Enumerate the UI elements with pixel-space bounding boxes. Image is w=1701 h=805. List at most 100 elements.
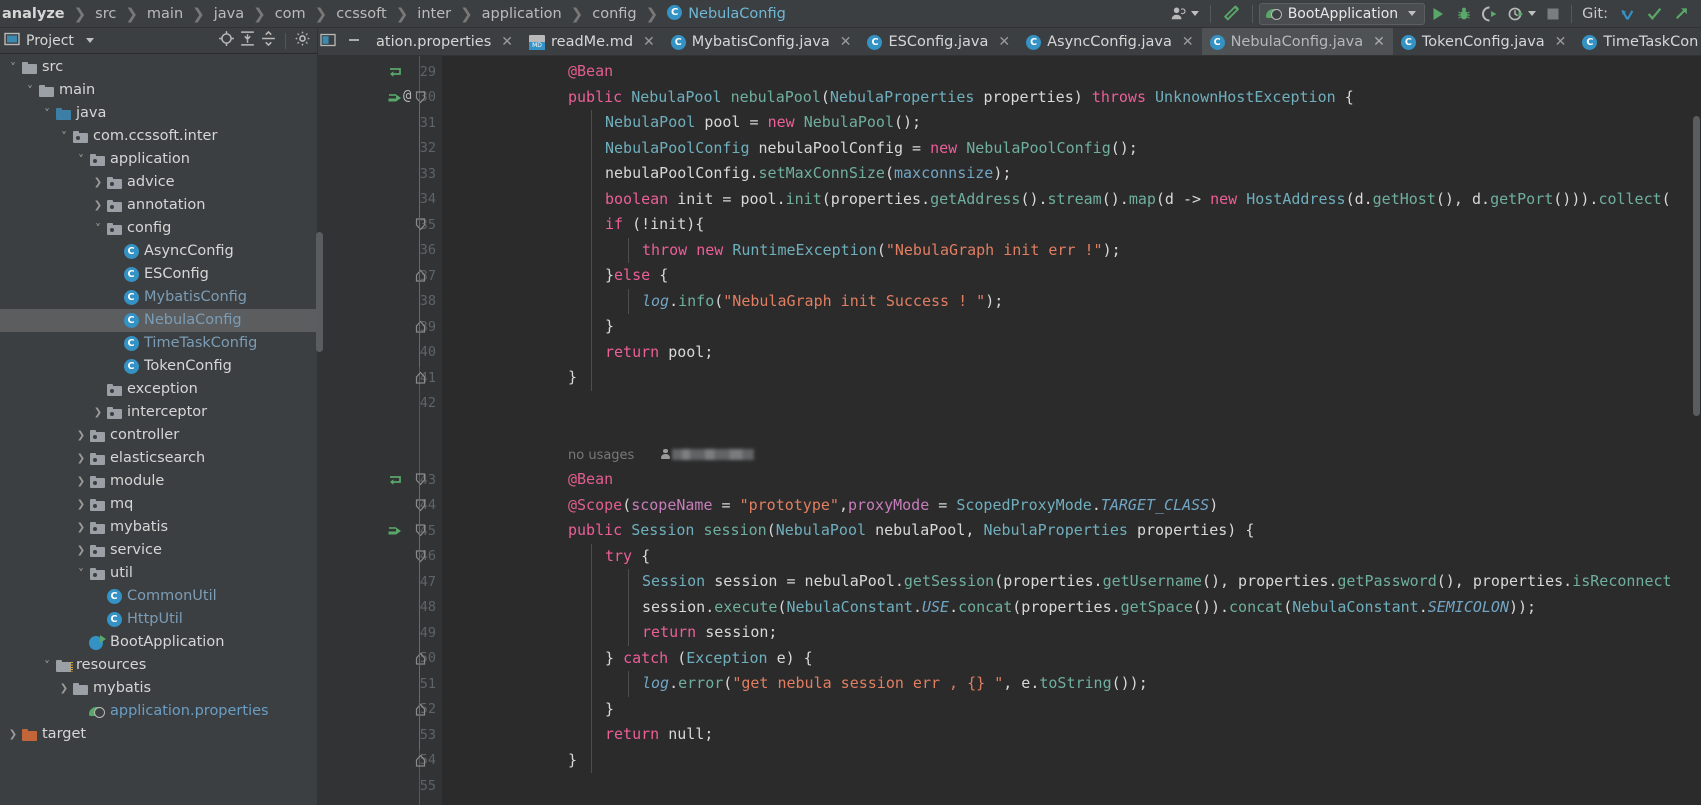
code-fold-marker[interactable] (414, 652, 426, 665)
bean-navigation-marker[interactable] (386, 63, 404, 81)
code-line-32[interactable]: NebulaPoolConfig nebulaPoolConfig = new … (442, 136, 1701, 162)
code-line-54[interactable]: } (442, 748, 1701, 774)
tree-node-timetaskconfig[interactable]: C TimeTaskConfig (0, 332, 317, 355)
code-line-29[interactable]: @Bean (442, 59, 1701, 85)
code-line-43[interactable]: @Bean (442, 467, 1701, 493)
code-line-40[interactable]: return pool; (442, 340, 1701, 366)
chevron-down-icon[interactable] (85, 38, 94, 43)
code-line-45[interactable]: public Session session(NebulaPool nebula… (442, 518, 1701, 544)
code-line-55[interactable] (442, 773, 1701, 799)
tree-node-controller[interactable]: ❯ controller (0, 424, 317, 447)
chevron-down-icon[interactable]: ˅ (40, 659, 54, 673)
code-fold-marker[interactable] (414, 524, 426, 537)
breadcrumb-item-nebulaconfig[interactable]: C NebulaConfig (665, 0, 788, 28)
breadcrumb-item-src[interactable]: src (93, 0, 118, 28)
stop-button[interactable] (1541, 2, 1565, 26)
code-line-52[interactable]: } (442, 697, 1701, 723)
tree-node-mybatisconfig[interactable]: C MybatisConfig (0, 286, 317, 309)
editor-tabs[interactable]: ation.properties ✕ readMe.md ✕ C MybatisConfi… (368, 28, 1701, 55)
tree-node-module[interactable]: ❯ module (0, 470, 317, 493)
vcs-update-icon[interactable] (1614, 2, 1641, 26)
chevron-right-icon[interactable]: ❯ (57, 683, 71, 694)
close-icon[interactable]: ✕ (1182, 34, 1194, 50)
code-line-44[interactable]: @Scope(scopeName = "prototype",proxyMode… (442, 493, 1701, 519)
chevron-right-icon[interactable]: ❯ (74, 499, 88, 510)
breadcrumb-item-ccssoft[interactable]: ccssoft (334, 0, 388, 28)
profiler-button[interactable] (1503, 2, 1541, 26)
tree-node-commonutil[interactable]: C CommonUtil (0, 585, 317, 608)
close-icon[interactable]: ✕ (1373, 34, 1385, 50)
tree-node-elasticsearch[interactable]: ❯ elasticsearch (0, 447, 317, 470)
tree-node-annotation[interactable]: ❯ annotation (0, 194, 317, 217)
code-line-50[interactable]: } catch (Exception e) { (442, 646, 1701, 672)
breadcrumb[interactable]: analyze ❯ src ❯ main ❯ java ❯ com ❯ ccss… (0, 0, 1165, 28)
breadcrumb-item-analyze[interactable]: analyze (0, 0, 67, 28)
tree-node-esconfig[interactable]: C ESConfig (0, 263, 317, 286)
tree-node-asyncconfig[interactable]: C AsyncConfig (0, 240, 317, 263)
tree-node-service[interactable]: ❯ service (0, 539, 317, 562)
code-line-53[interactable]: return null; (442, 722, 1701, 748)
code-line-48[interactable]: session.execute(NebulaConstant.USE.conca… (442, 595, 1701, 621)
code-line-47[interactable]: Session session = nebulaPool.getSession(… (442, 569, 1701, 595)
tree-node-mybatis[interactable]: ❯ mybatis (0, 516, 317, 539)
tree-node-application[interactable]: ˅ application (0, 148, 317, 171)
chevron-right-icon[interactable]: ❯ (74, 476, 88, 487)
editor-vertical-scrollbar[interactable] (1692, 56, 1701, 805)
breadcrumb-item-config[interactable]: config (590, 0, 638, 28)
code-line-35[interactable]: if (!init){ (442, 212, 1701, 238)
breadcrumb-item-java[interactable]: java (212, 0, 246, 28)
bean-navigation-marker[interactable] (386, 471, 404, 489)
code-line-46[interactable]: try { (442, 544, 1701, 570)
chevron-right-icon[interactable]: ❯ (74, 545, 88, 556)
breadcrumb-item-main[interactable]: main (145, 0, 185, 28)
tree-node-mybatis[interactable]: ❯ mybatis (0, 677, 317, 700)
chevron-right-icon[interactable]: ❯ (91, 200, 105, 211)
editor-gutter[interactable]: 29 30 31 32 33 34 35 36 37 38 39 40 41 42 43 44 45 46 47 48… (318, 56, 442, 805)
code-line-49[interactable]: return session; (442, 620, 1701, 646)
code-fold-marker[interactable] (414, 498, 426, 512)
bean-marker[interactable]: @ (386, 88, 411, 107)
close-icon[interactable]: ✕ (501, 34, 513, 50)
vcs-commit-icon[interactable] (1641, 2, 1668, 26)
code-line-30[interactable]: public NebulaPool nebulaPool(NebulaPrope… (442, 85, 1701, 111)
run-with-coverage-button[interactable] (1477, 2, 1503, 26)
chevron-down-icon[interactable]: ˅ (91, 222, 105, 236)
code-fold-marker[interactable] (414, 754, 426, 767)
hammer-build-icon[interactable] (1217, 2, 1246, 26)
chevron-right-icon[interactable]: ❯ (6, 729, 20, 740)
code-line-42[interactable] (442, 391, 1701, 417)
tree-node-main[interactable]: ˅ main (0, 79, 317, 102)
code-fold-marker[interactable] (414, 90, 426, 104)
chevron-right-icon[interactable]: ❯ (74, 430, 88, 441)
code-fold-marker[interactable] (414, 269, 426, 282)
code-fold-marker[interactable] (414, 473, 426, 486)
tab-mybatisconfig-java[interactable]: C MybatisConfig.java ✕ (663, 28, 860, 55)
user-avatar-icon[interactable] (1165, 2, 1204, 26)
tree-node-bootapplication[interactable]: BootApplication (0, 631, 317, 654)
tab-timetaskcon[interactable]: C TimeTaskCon (1574, 28, 1701, 55)
breadcrumb-item-com[interactable]: com (273, 0, 308, 28)
settings-gear-icon[interactable] (294, 30, 311, 51)
chevron-right-icon[interactable]: ❯ (74, 522, 88, 533)
debug-button[interactable] (1451, 2, 1477, 26)
run-configuration-selector[interactable]: BootApplication (1258, 2, 1426, 25)
code-line-31[interactable]: NebulaPool pool = new NebulaPool(); (442, 110, 1701, 136)
tab-esconfig-java[interactable]: C ESConfig.java ✕ (859, 28, 1018, 55)
locate-icon[interactable] (218, 30, 235, 51)
tab-readme-md[interactable]: readMe.md ✕ (521, 28, 663, 55)
hide-icon[interactable] (346, 32, 362, 52)
chevron-right-icon[interactable]: ❯ (91, 407, 105, 418)
tree-node-util[interactable]: ˅ util (0, 562, 317, 585)
code-line-38[interactable]: log.info("NebulaGraph init Success ! "); (442, 289, 1701, 315)
chevron-down-icon[interactable]: ˅ (23, 84, 37, 98)
code-content[interactable]: @Bean public NebulaPool nebulaPool(Nebula… (442, 56, 1701, 805)
tree-node-src[interactable]: ˅ src (0, 56, 317, 79)
tab-asyncconfig-java[interactable]: C AsyncConfig.java ✕ (1018, 28, 1201, 55)
code-fold-marker[interactable] (414, 218, 426, 231)
chevron-down-icon[interactable]: ˅ (40, 107, 54, 121)
vcs-push-icon[interactable] (1668, 2, 1695, 26)
close-icon[interactable]: ✕ (840, 34, 852, 50)
tree-node-mq[interactable]: ❯ mq (0, 493, 317, 516)
inlay-hint-label[interactable]: no usages (568, 448, 634, 463)
code-fold-marker[interactable] (414, 703, 426, 716)
